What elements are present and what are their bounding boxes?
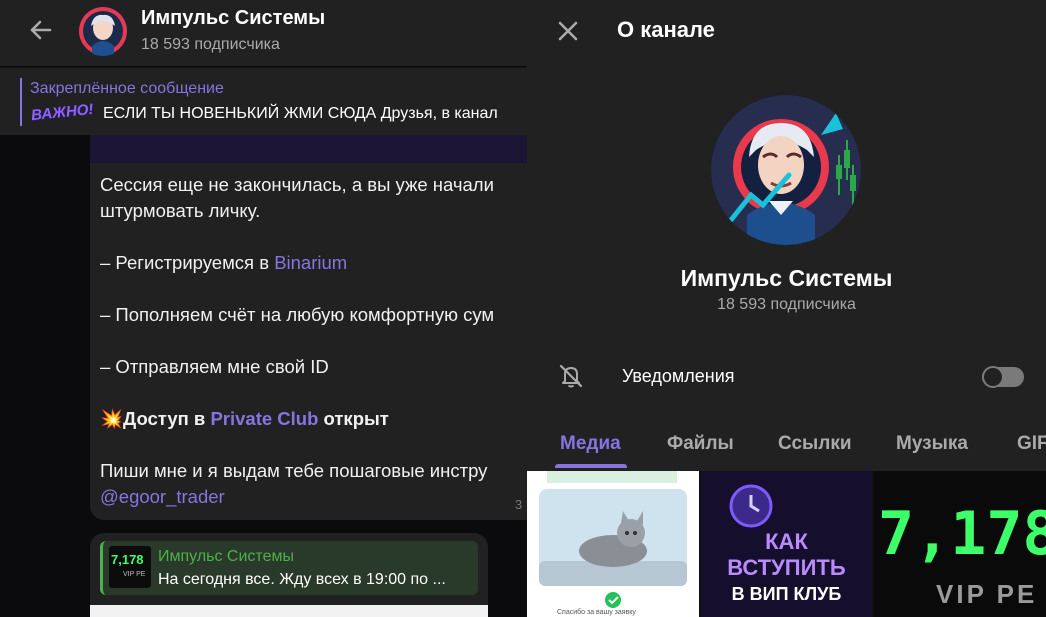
media-tile-number: 7,178 — [878, 499, 1046, 569]
media-tabs: Медиа Файлы Ссылки Музыка GIF — [527, 424, 1046, 470]
message-step-send-id: – Отправляем мне свой ID — [100, 356, 329, 377]
panel-title: О канале — [617, 17, 715, 42]
message-access-line: 💥Доступ в Private Club открыт — [100, 408, 389, 429]
message-image-bottom[interactable] — [90, 135, 527, 163]
notifications-toggle[interactable] — [982, 366, 1024, 388]
message-step-deposit: – Пополняем счёт на любую комфортную сум — [100, 304, 495, 325]
media-tile-text: ВСТУПИТЬ — [727, 555, 846, 580]
toggle-knob — [982, 366, 1004, 388]
notifications-row[interactable]: Уведомления — [527, 350, 1046, 406]
message-step-register: – Регистрируемся в Binarium — [100, 252, 348, 273]
private-club-link[interactable]: Private Club — [210, 408, 318, 429]
media-tile-subtext: VIP PE — [936, 579, 1038, 609]
forwarded-image-top — [90, 605, 488, 617]
channel-name: Импульс Системы — [680, 265, 893, 291]
tab-music[interactable]: Музыка — [896, 433, 968, 455]
forwarded-sender-name: Импульс Системы — [158, 548, 294, 565]
media-tile[interactable]: 7,178 VIP PE — [874, 471, 1046, 617]
message-line: штурмовать личку. — [100, 200, 261, 221]
close-icon[interactable] — [555, 18, 581, 44]
media-tile-caption: Спасибо за вашу заявку — [557, 609, 636, 616]
back-arrow-icon[interactable] — [26, 15, 56, 45]
message-time: 3 — [515, 497, 523, 512]
pinned-accent-bar — [20, 78, 22, 126]
tab-links[interactable]: Ссылки — [778, 433, 852, 455]
media-tile[interactable]: Спасибо за вашу заявку — [527, 471, 699, 617]
media-tile-text: В ВИП КЛУБ — [731, 584, 842, 604]
message-line: Сессия еще не закончилась, а вы уже нача… — [100, 174, 494, 195]
tab-media[interactable]: Медиа — [560, 433, 621, 455]
media-tile-text: КАК — [765, 529, 808, 554]
channel-avatar-large[interactable] — [711, 95, 861, 245]
message-cta: Пиши мне и я выдам тебе пошаговые инстру — [100, 460, 488, 481]
pinned-text: ЕСЛИ ТЫ НОВЕНЬКИЙ ЖМИ СЮДА Друзья, в кан… — [103, 105, 498, 122]
forwarded-preview-text: На сегодня все. Жду всех в 19:00 по ... — [158, 571, 446, 588]
tab-gif[interactable]: GIF — [1017, 433, 1046, 455]
pinned-title: Закреплённое сообщение — [30, 80, 224, 97]
active-tab-indicator — [555, 464, 627, 468]
contact-mention-link[interactable]: @egoor_trader — [100, 484, 527, 510]
chat-title[interactable]: Импульс Системы — [141, 7, 325, 30]
collision-emoji-icon: 💥 — [100, 408, 124, 429]
message-text: Сессия еще не закончилась, а вы уже нача… — [100, 172, 527, 510]
forwarded-thumbnail: 7,178 VIP PE — [109, 546, 151, 588]
notifications-label: Уведомления — [622, 366, 735, 386]
bell-muted-icon — [557, 362, 585, 390]
pinned-badge: ВАЖНО! — [30, 100, 95, 125]
tab-files[interactable]: Файлы — [667, 433, 734, 455]
channel-avatar[interactable] — [78, 6, 128, 56]
chat-subscriber-count: 18 593 подписчика — [141, 36, 280, 53]
channel-subscriber-count: 18 593 подписчика — [717, 296, 856, 313]
pinned-message[interactable]: Закреплённое сообщение ВАЖНО! ЕСЛИ ТЫ НО… — [0, 67, 527, 135]
media-tile[interactable]: КАК ВСТУПИТЬ В ВИП КЛУБ — [701, 471, 872, 617]
channel-info-panel: О канале Импульс Системы 18 593 подписчи… — [527, 0, 1046, 617]
chat-area: Импульс Системы 18 593 подписчика Закреп… — [0, 0, 527, 617]
chat-header: Импульс Системы 18 593 подписчика — [0, 0, 527, 66]
media-grid: Спасибо за вашу заявку КАК ВСТУПИТЬ В ВИ… — [527, 471, 1046, 617]
binarium-link[interactable]: Binarium — [274, 252, 347, 273]
